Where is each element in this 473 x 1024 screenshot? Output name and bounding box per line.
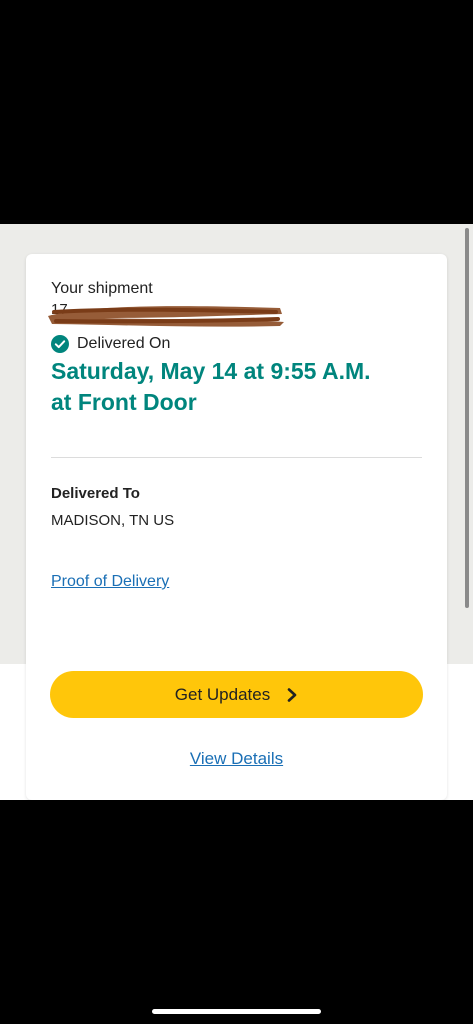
proof-of-delivery-link[interactable]: Proof of Delivery [51, 573, 169, 591]
check-circle-icon [51, 335, 69, 353]
home-indicator[interactable] [152, 1009, 321, 1014]
delivery-datetime: Saturday, May 14 at 9:55 A.M. at Front D… [51, 356, 431, 418]
delivery-location-text: at Front Door [51, 389, 197, 415]
delivery-status-row: Delivered On [51, 335, 170, 353]
divider [51, 457, 422, 458]
redaction-scribble [48, 306, 284, 327]
get-updates-button[interactable]: Get Updates [50, 671, 423, 718]
shipment-card: Your shipment 17 Delivered On Saturday, … [26, 254, 447, 800]
delivered-to-address: MADISON, TN US [51, 512, 175, 529]
view-details-link[interactable]: View Details [190, 749, 283, 768]
view-details-row: View Details [26, 749, 447, 769]
scrollbar[interactable] [465, 228, 469, 608]
phone-screen: Your shipment 17 Delivered On Saturday, … [0, 0, 473, 1024]
shipment-label: Your shipment [51, 280, 153, 297]
get-updates-label: Get Updates [174, 684, 271, 704]
delivery-date-time-text: Saturday, May 14 at 9:55 A.M. [51, 358, 371, 384]
status-label: Delivered On [77, 335, 171, 352]
delivered-to-heading: Delivered To [51, 485, 140, 502]
chevron-right-icon [287, 687, 297, 702]
